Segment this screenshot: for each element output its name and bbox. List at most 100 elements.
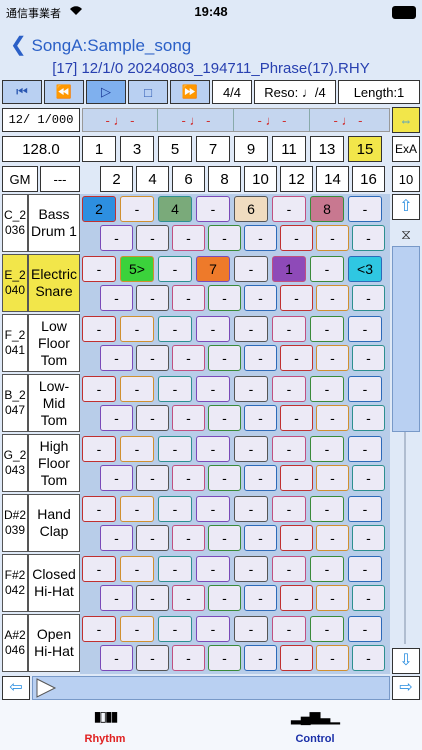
step-cell[interactable]: - [158,556,192,582]
step-cell[interactable]: 8 [310,196,344,222]
step-cell[interactable]: - [100,585,133,611]
scroll-right-button[interactable]: ⇨ [392,676,420,700]
step-cell[interactable]: - [196,436,230,462]
rewind-start-button[interactable]: ⏮ [2,80,42,104]
length-select[interactable]: Length:1 [338,80,420,104]
step-cell[interactable]: - [352,525,385,551]
step-cell[interactable]: - [208,285,241,311]
step-cell[interactable]: - [196,556,230,582]
step-cell[interactable]: <3 [348,256,382,282]
tab-rhythm[interactable]: ▮▯▮▮ Rhythm [72,704,138,746]
step-button-even[interactable]: 6 [172,166,205,192]
step-cell[interactable]: - [100,645,133,671]
step-cell[interactable]: - [272,556,306,582]
step-cell[interactable]: - [158,436,192,462]
time-signature[interactable]: 4/4 [212,80,252,104]
step-cell[interactable]: - [100,345,133,371]
step-button-odd[interactable]: 3 [120,136,154,162]
track-note[interactable]: C_2 036 [2,194,28,252]
step-cell[interactable]: - [82,316,116,342]
track-name[interactable]: Low- Mid Tom [28,374,80,432]
step-cell[interactable]: - [208,585,241,611]
step-cell[interactable]: - [172,225,205,251]
step-button-odd[interactable]: 7 [196,136,230,162]
step-button-even[interactable]: 4 [136,166,169,192]
step-cell[interactable]: - [82,556,116,582]
step-cell[interactable]: - [244,285,277,311]
step-cell[interactable]: - [280,525,313,551]
step-cell[interactable]: - [158,316,192,342]
step-cell[interactable]: - [316,285,349,311]
step-cell[interactable]: - [316,405,349,431]
track-name[interactable]: Closed Hi-Hat [28,554,80,612]
step-cell[interactable]: - [82,436,116,462]
step-cell[interactable]: - [244,645,277,671]
step-cell[interactable]: - [316,525,349,551]
track-name[interactable]: Low Floor Tom [28,314,80,372]
step-button-even[interactable]: 8 [208,166,241,192]
step-cell[interactable]: - [244,465,277,491]
step-cell[interactable]: - [244,345,277,371]
step-cell[interactable]: - [316,465,349,491]
step-cell[interactable]: - [352,585,385,611]
step-cell[interactable]: - [352,345,385,371]
track-name[interactable]: High Floor Tom [28,434,80,492]
step-cell[interactable]: - [234,496,268,522]
step-cell[interactable]: - [348,316,382,342]
step-cell[interactable]: 5> [120,256,154,282]
step-button-even[interactable]: 16 [352,166,385,192]
step-cell[interactable]: - [120,616,154,642]
step-cell[interactable]: - [310,616,344,642]
step-cell[interactable]: - [272,496,306,522]
forward-button[interactable]: ⏩ [170,80,210,104]
step-cell[interactable]: - [234,256,268,282]
step-cell[interactable]: - [244,225,277,251]
step-cell[interactable]: - [352,405,385,431]
step-cell[interactable]: - [158,376,192,402]
step-button-odd[interactable]: 11 [272,136,306,162]
step-cell[interactable]: - [100,405,133,431]
step-button-even[interactable]: 12 [280,166,313,192]
back-button[interactable]: ❮ SongA:Sample_song [10,32,191,57]
scroll-down-button[interactable]: ⇩ [392,648,420,674]
step-cell[interactable]: - [172,345,205,371]
resolution-select[interactable]: Reso: ♩/4 [254,80,336,104]
step-cell[interactable]: - [310,556,344,582]
step-cell[interactable]: - [172,585,205,611]
step-cell[interactable]: - [136,525,169,551]
step-cell[interactable]: - [272,196,306,222]
step-cell[interactable]: - [310,496,344,522]
step-cell[interactable]: - [208,525,241,551]
step-cell[interactable]: - [348,556,382,582]
step-cell[interactable]: - [352,285,385,311]
step-cell[interactable]: - [234,316,268,342]
step-cell[interactable]: - [82,256,116,282]
step-cell[interactable]: - [348,376,382,402]
step-cell[interactable]: 4 [158,196,192,222]
step-button-even[interactable]: 10 [244,166,277,192]
step-cell[interactable]: - [272,616,306,642]
track-note[interactable]: G_2 043 [2,434,28,492]
vertical-scroll-thumb[interactable] [392,246,420,432]
step-button-odd[interactable]: 1 [82,136,116,162]
vertical-scroll-track[interactable] [404,432,406,644]
step-cell[interactable]: - [82,616,116,642]
step-cell[interactable]: - [348,616,382,642]
step-button-odd[interactable]: 5 [158,136,192,162]
step-cell[interactable]: - [172,645,205,671]
gm-button[interactable]: GM [2,166,38,192]
play-button[interactable]: ▷ [86,80,126,104]
step-button-even[interactable]: 14 [316,166,349,192]
step-cell[interactable]: - [234,376,268,402]
step-cell[interactable]: - [310,376,344,402]
step-button-even[interactable]: 2 [100,166,133,192]
step-cell[interactable]: - [348,436,382,462]
track-note[interactable]: F#2 042 [2,554,28,612]
track-name[interactable]: Open Hi-Hat [28,614,80,672]
track-name[interactable]: Hand Clap [28,494,80,552]
step-cell[interactable]: - [120,436,154,462]
step-cell[interactable]: - [208,405,241,431]
step-cell[interactable]: - [316,225,349,251]
step-button-odd[interactable]: 9 [234,136,268,162]
tempo-field[interactable]: 128.0 [2,136,80,162]
